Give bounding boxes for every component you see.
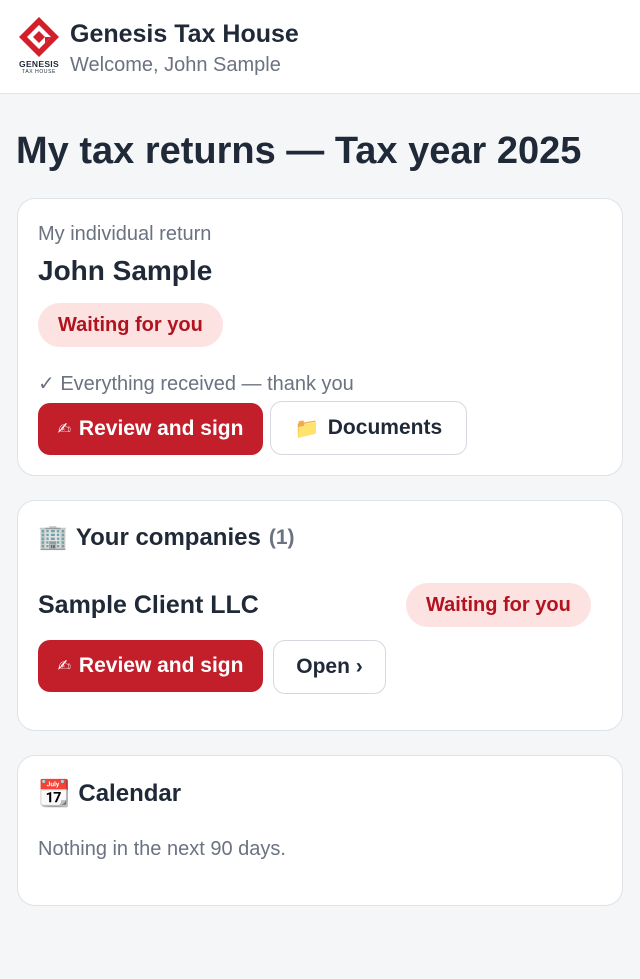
company-review-and-sign-label: Review and sign [78,654,244,677]
signing-hand-icon: ✍ [57,658,71,675]
company-name: Sample Client LLC [38,591,259,619]
individual-return-label: My individual return [38,223,212,245]
calendar-empty-text: Nothing in the next 90 days. [38,838,286,860]
welcome-text: Welcome, John Sample [70,54,281,76]
received-note: ✓ Everything received — thank you [38,373,354,395]
page-title: My tax returns — Tax year 2025 [16,130,582,172]
app-header: GENESIS TAX HOUSE Genesis Tax House Welc… [0,0,640,94]
calendar-header: 📆 Calendar [38,778,181,809]
review-and-sign-button[interactable]: ✍ Review and sign [38,403,263,455]
logo-subtitle: TAX HOUSE [22,69,56,75]
company-review-and-sign-button[interactable]: ✍ Review and sign [38,640,263,692]
review-and-sign-label: Review and sign [78,417,244,440]
brand-name: Genesis Tax House [70,20,299,48]
companies-header: 🏢 Your companies (1) [38,523,295,552]
company-status-badge: Waiting for you [406,583,591,627]
calendar-icon: 📆 [38,778,71,808]
logo-wordmark: GENESIS [19,59,59,69]
folder-icon: 📁 [294,417,320,440]
companies-count: (1) [268,525,295,549]
individual-name: John Sample [38,255,213,286]
calendar-title: Calendar [78,779,182,807]
office-building-icon: 🏢 [38,524,68,551]
documents-label: Documents [327,416,443,439]
calendar-card: 📆 Calendar Nothing in the next 90 days. [17,755,623,906]
documents-button[interactable]: 📁 Documents [270,401,467,455]
signing-hand-icon: ✍ [57,421,71,438]
genesis-diamond-logo-icon [19,17,59,57]
status-badge: Waiting for you [38,303,223,347]
company-open-button[interactable]: Open › [273,640,386,694]
companies-title: Your companies [75,523,261,551]
companies-card: 🏢 Your companies (1) Sample Client LLC W… [17,500,623,731]
brand-logo[interactable]: GENESIS TAX HOUSE [16,16,62,78]
individual-return-card: My individual return John Sample Waiting… [17,198,623,476]
